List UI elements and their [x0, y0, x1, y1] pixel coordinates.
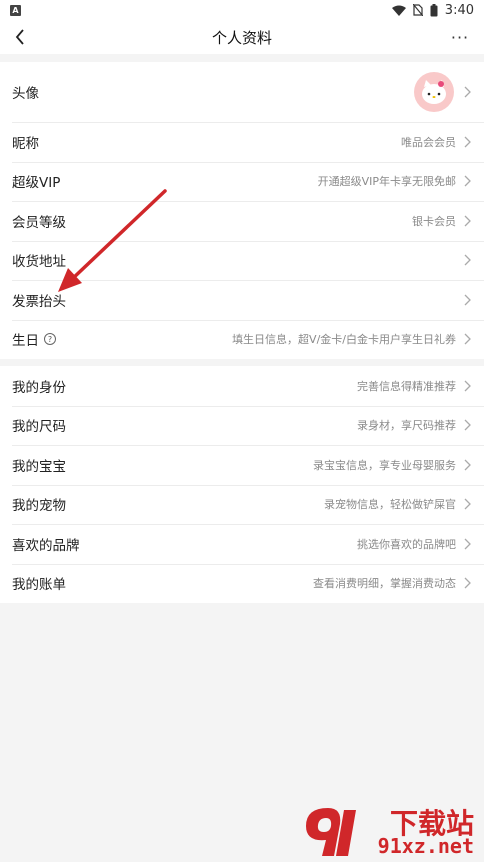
identity-label: 我的身份 [12, 379, 66, 396]
member-level-value: 银卡会员 [412, 214, 456, 228]
profile-section: 头像 昵称 唯品会会员 超级VIP 开通超级VIP年卡享无限免邮 会员等级 银卡… [0, 62, 484, 359]
birthday-label: 生日 [12, 333, 39, 350]
notification-icon: A [10, 4, 21, 16]
bill-label: 我的账单 [12, 577, 66, 594]
chevron-right-icon [462, 214, 472, 228]
status-icons: 3:40 [391, 2, 474, 18]
chevron-right-icon [462, 135, 472, 149]
watermark-91-icon [306, 808, 356, 856]
shipping-address-row[interactable]: 收货地址 [0, 240, 484, 281]
chevron-right-icon [462, 174, 472, 188]
super-vip-value: 开通超级VIP年卡享无限免邮 [317, 175, 456, 189]
watermark-logo: 下载站 91xz.net [298, 802, 478, 860]
chevron-right-icon [462, 332, 472, 346]
help-icon[interactable]: ? [44, 333, 56, 346]
hello-kitty-avatar-icon [422, 80, 446, 104]
birthday-value: 填生日信息，超V/金卡/白金卡用户享生日礼券 [232, 333, 456, 347]
back-button[interactable] [8, 25, 32, 49]
avatar[interactable] [414, 72, 454, 112]
chevron-right-icon [462, 85, 472, 99]
favorite-brands-label: 喜欢的品牌 [12, 537, 80, 554]
super-vip-label: 超级VIP [12, 175, 61, 192]
chevron-right-icon [462, 576, 472, 590]
bill-value: 查看消费明细，掌握消费动态 [313, 577, 456, 591]
page-title: 个人资料 [211, 28, 272, 47]
pet-row[interactable]: 我的宠物 录宠物信息，轻松做铲屎官 [0, 484, 484, 525]
size-value: 录身材，享尺码推荐 [357, 419, 456, 433]
member-level-label: 会员等级 [12, 214, 66, 231]
pet-label: 我的宠物 [12, 498, 66, 515]
baby-row[interactable]: 我的宝宝 录宝宝信息，享专业母婴服务 [0, 445, 484, 485]
avatar-row[interactable]: 头像 [0, 62, 484, 122]
watermark-domain: 91xz.net [377, 834, 474, 858]
status-time: 3:40 [444, 2, 474, 18]
size-row[interactable]: 我的尺码 录身材，享尺码推荐 [0, 405, 484, 446]
bill-row[interactable]: 我的账单 查看消费明细，掌握消费动态 [0, 563, 484, 604]
nickname-label: 昵称 [12, 135, 39, 152]
personalization-section: 我的身份 完善信息得精准推荐 我的尺码 录身材，享尺码推荐 我的宝宝 录宝宝信息… [0, 366, 484, 603]
nickname-value: 唯品会会员 [401, 135, 456, 149]
member-level-row[interactable]: 会员等级 银卡会员 [0, 201, 484, 241]
more-menu-button[interactable]: ··· [448, 25, 472, 49]
battery-icon [430, 3, 438, 16]
chevron-right-icon [462, 537, 472, 551]
chevron-right-icon [462, 253, 472, 267]
chevron-left-icon [15, 29, 24, 45]
avatar-label: 头像 [12, 86, 39, 102]
birthday-row[interactable]: 生日 ? 填生日信息，超V/金卡/白金卡用户享生日礼券 [0, 319, 484, 360]
chevron-right-icon [462, 379, 472, 393]
size-label: 我的尺码 [12, 419, 66, 436]
invoice-title-row[interactable]: 发票抬头 [0, 280, 484, 320]
favorite-brands-value: 挑选你喜欢的品牌吧 [357, 537, 456, 551]
identity-value: 完善信息得精准推荐 [357, 379, 456, 393]
shipping-address-label: 收货地址 [12, 254, 66, 271]
favorite-brands-row[interactable]: 喜欢的品牌 挑选你喜欢的品牌吧 [0, 524, 484, 564]
chevron-right-icon [462, 497, 472, 511]
invoice-title-label: 发票抬头 [12, 293, 66, 310]
top-nav-bar: 个人资料 ··· [0, 20, 484, 54]
nickname-row[interactable]: 昵称 唯品会会员 [0, 122, 484, 162]
baby-label: 我的宝宝 [12, 458, 66, 475]
wifi-icon [391, 5, 406, 16]
chevron-right-icon [462, 293, 472, 307]
pet-value: 录宠物信息，轻松做铲屎官 [324, 498, 456, 512]
chevron-right-icon [462, 418, 472, 432]
chevron-right-icon [462, 458, 472, 472]
baby-value: 录宝宝信息，享专业母婴服务 [313, 458, 456, 472]
no-sim-icon [412, 4, 423, 16]
super-vip-row[interactable]: 超级VIP 开通超级VIP年卡享无限免邮 [0, 161, 484, 202]
identity-row[interactable]: 我的身份 完善信息得精准推荐 [0, 366, 484, 406]
status-bar: A 3:40 [0, 0, 484, 20]
